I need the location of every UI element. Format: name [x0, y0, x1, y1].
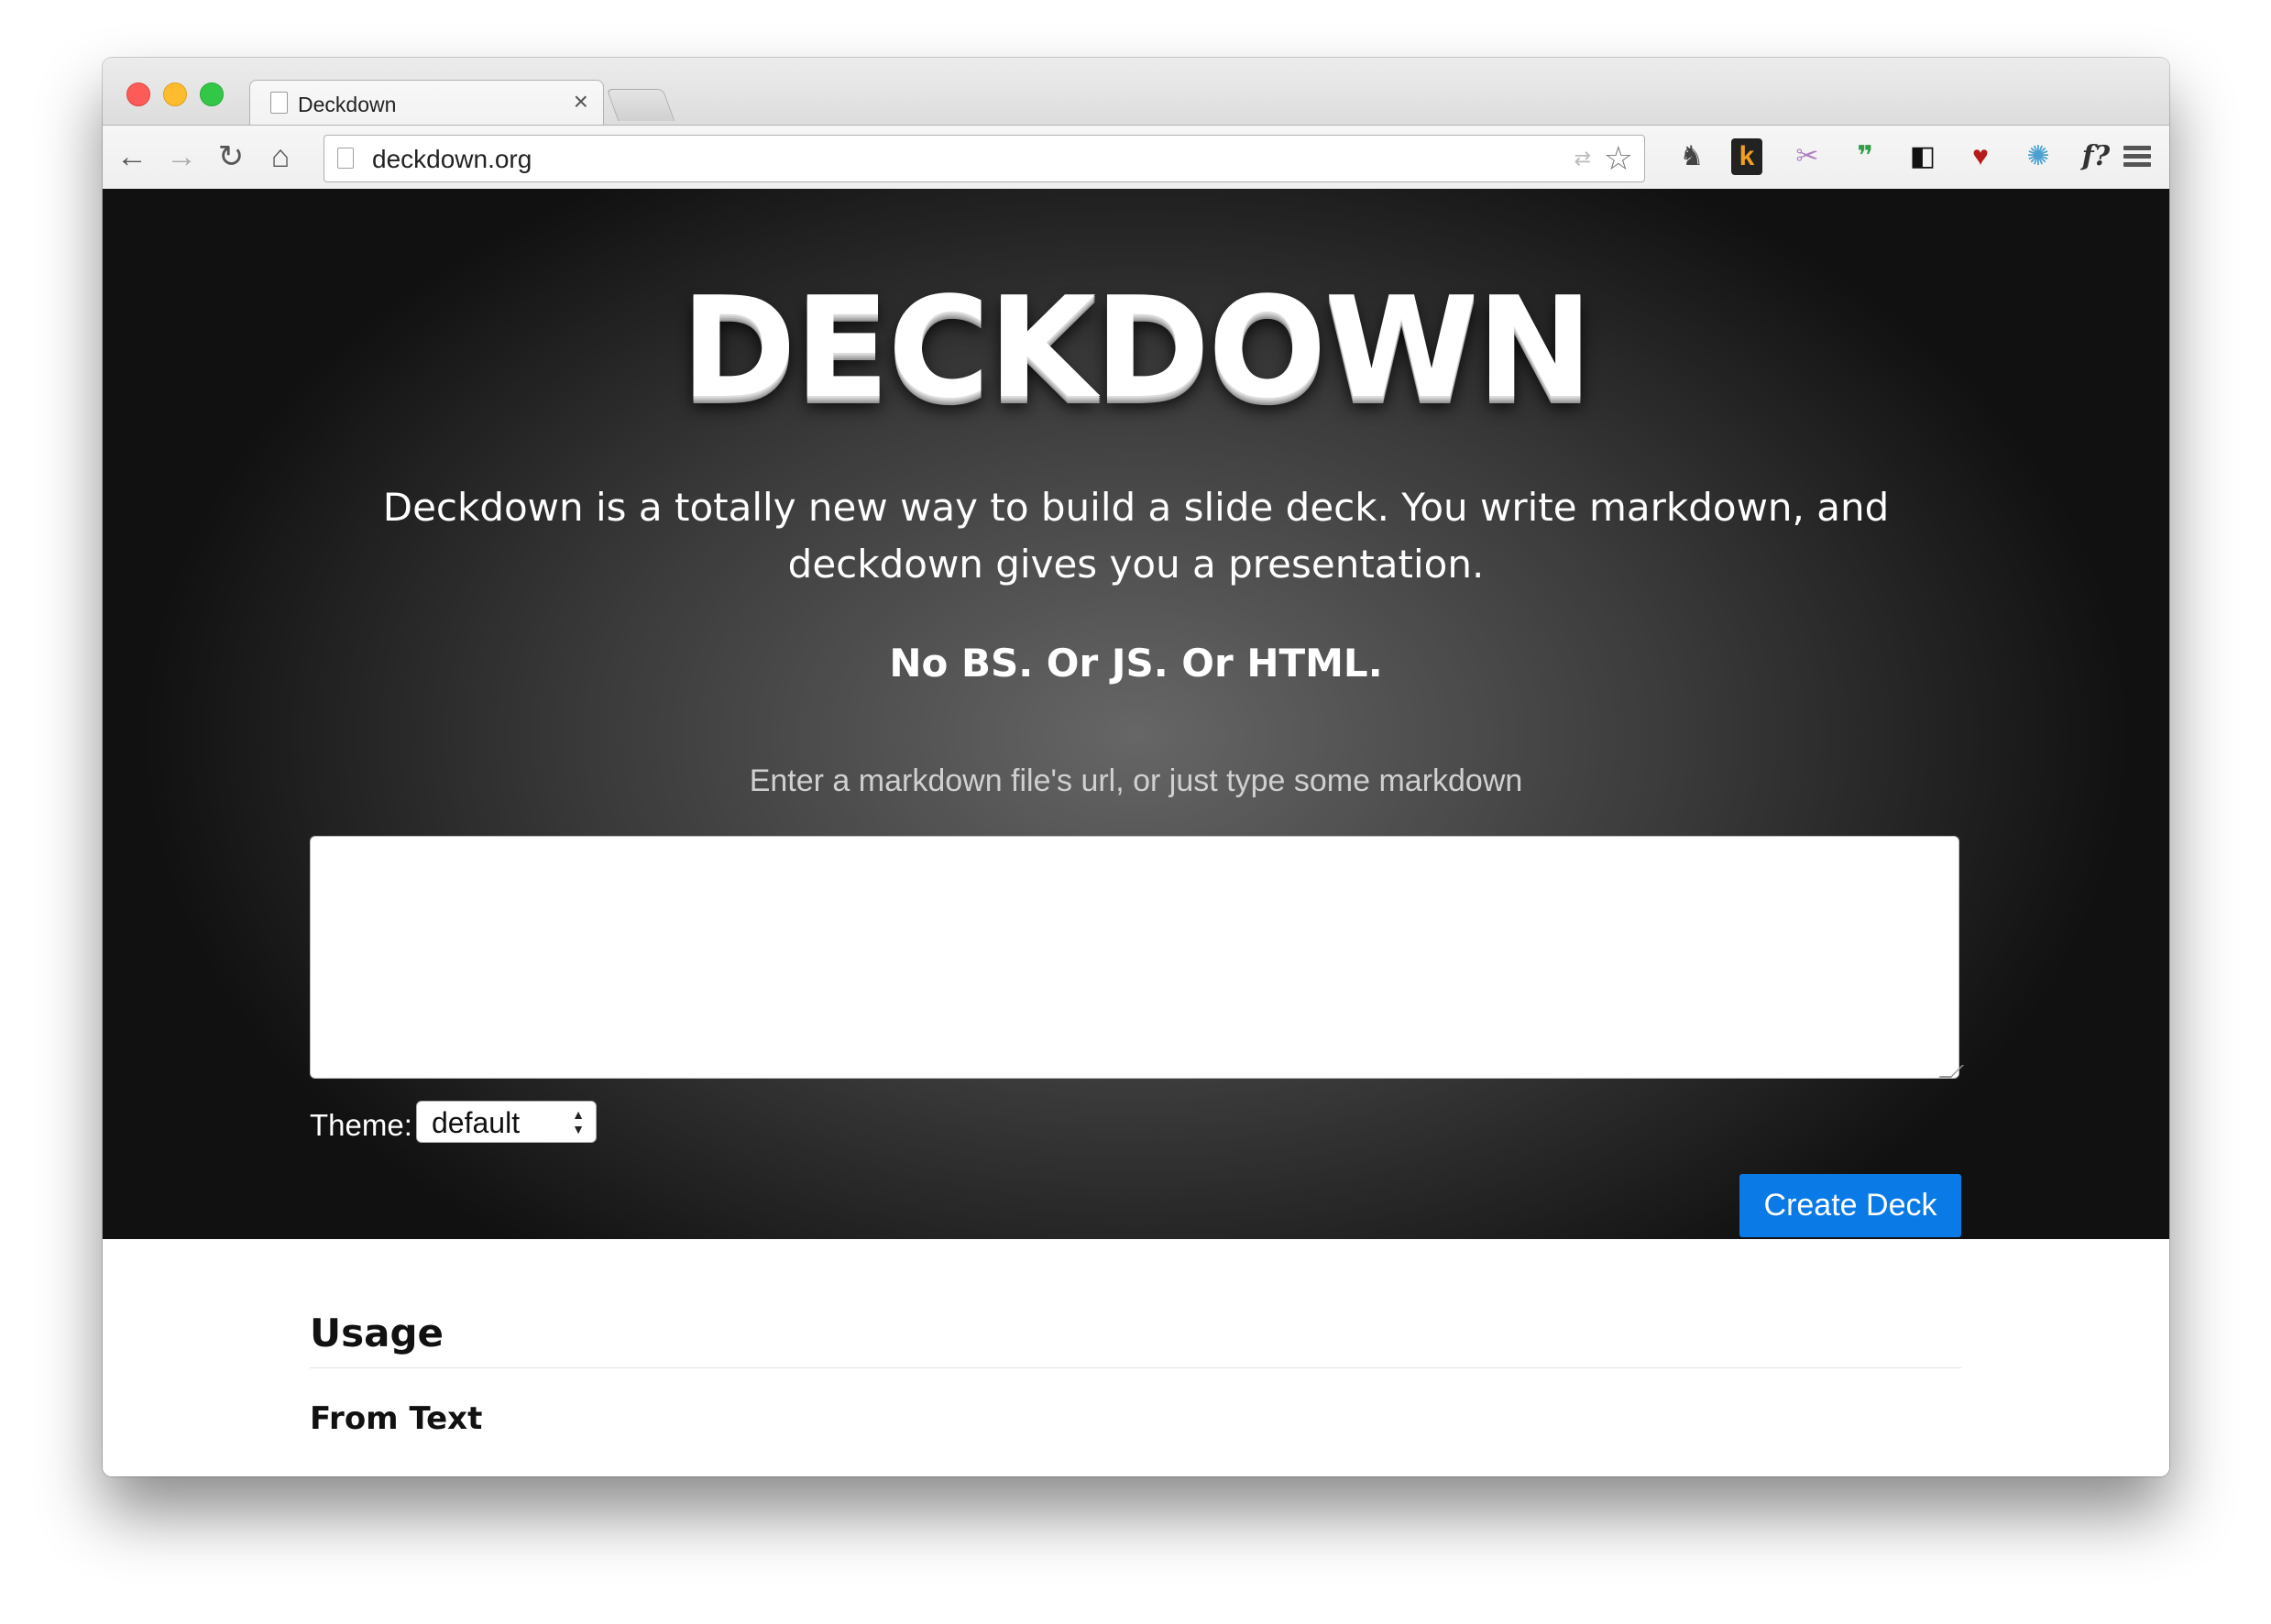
- url-text[interactable]: deckdown.org: [372, 145, 532, 174]
- page-icon: [270, 92, 288, 114]
- tab-deckdown[interactable]: Deckdown ×: [249, 80, 604, 126]
- new-tab-button[interactable]: [606, 89, 675, 121]
- back-arrow-icon[interactable]: ←: [114, 137, 150, 177]
- tab-title: Deckdown: [298, 93, 397, 116]
- from-text-heading: From Text: [310, 1400, 483, 1437]
- tab-strip: Deckdown ×: [103, 58, 2169, 126]
- markdown-input[interactable]: [310, 836, 1959, 1079]
- hangouts-icon[interactable]: ❞: [1847, 138, 1883, 175]
- hero-section: DECKDOWN Deckdown is a totally new way t…: [103, 189, 2169, 1239]
- kindle-icon[interactable]: k: [1731, 138, 1762, 175]
- share-icon[interactable]: ⇄: [1574, 147, 1591, 170]
- minimize-window-button[interactable]: [163, 82, 187, 106]
- bug-icon[interactable]: ✺: [2020, 138, 2057, 175]
- font-icon[interactable]: f?: [2078, 138, 2114, 175]
- theme-select[interactable]: default ▲ ▼: [416, 1101, 597, 1143]
- select-arrows-icon: ▲ ▼: [572, 1107, 585, 1136]
- sofa-icon[interactable]: ♥: [1962, 138, 1999, 175]
- pocket-window-icon[interactable]: ◧: [1904, 138, 1941, 175]
- input-prompt: Enter a markdown file's url, or just typ…: [749, 763, 1523, 798]
- browser-window: Deckdown × ← → ↻ ⌂ deckdown.org ⇄ ☆ ♞ k ✂ ❞…: [103, 58, 2169, 1476]
- address-bar[interactable]: deckdown.org ⇄ ☆: [324, 135, 1645, 182]
- evernote-icon[interactable]: ♞: [1673, 138, 1710, 175]
- divider: [310, 1367, 1961, 1368]
- page-icon: [337, 148, 354, 169]
- home-icon[interactable]: ⌂: [262, 137, 299, 177]
- bookmark-star-icon[interactable]: ☆: [1604, 139, 1633, 178]
- browser-toolbar: ← → ↻ ⌂ deckdown.org ⇄ ☆ ♞ k ✂ ❞ ◧ ♥ ✺ f?: [103, 125, 2169, 190]
- theme-selected-value: default: [432, 1106, 521, 1139]
- tab-close-icon[interactable]: ×: [574, 87, 588, 115]
- create-deck-button[interactable]: Create Deck: [1739, 1174, 1961, 1237]
- slogan: No BS. Or JS. Or HTML.: [889, 641, 1383, 686]
- logo-title: DECKDOWN: [680, 267, 1594, 429]
- zoom-window-button[interactable]: [200, 82, 224, 106]
- forward-arrow-icon[interactable]: →: [163, 137, 200, 177]
- usage-section: Usage From Text: [103, 1239, 2169, 1476]
- theme-label: Theme:: [310, 1108, 412, 1142]
- reload-icon[interactable]: ↻: [213, 137, 249, 177]
- menu-icon[interactable]: [2123, 146, 2151, 168]
- puzzle-icon[interactable]: ✂: [1789, 138, 1826, 175]
- tagline: Deckdown is a totally new way to build a…: [382, 485, 1890, 587]
- usage-heading: Usage: [310, 1311, 444, 1355]
- close-window-button[interactable]: [126, 82, 150, 106]
